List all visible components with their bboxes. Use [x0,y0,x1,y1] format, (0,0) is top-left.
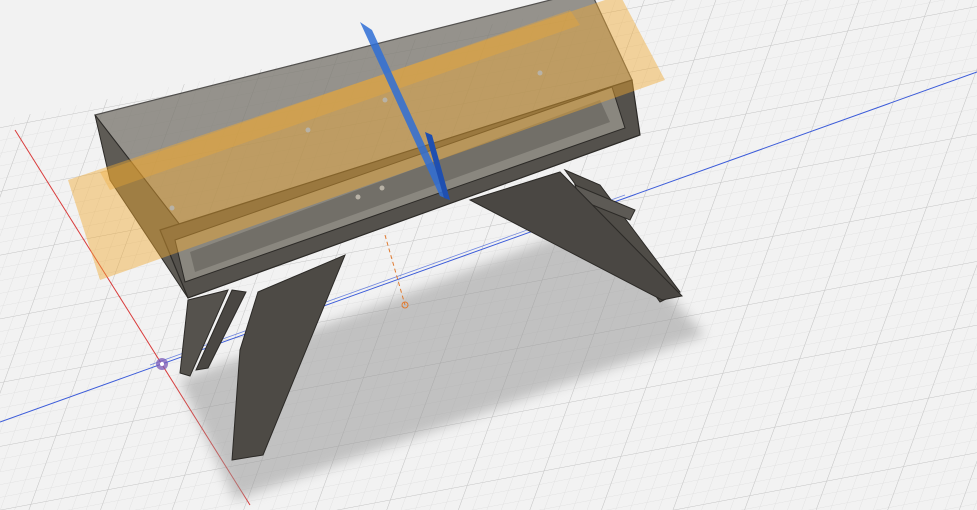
sketch-point[interactable] [305,127,311,133]
sketch-point[interactable] [379,185,385,191]
3d-canvas[interactable] [0,0,977,510]
origin-marker[interactable] [156,358,168,370]
sketch-point[interactable] [355,194,361,200]
sketch-point[interactable] [382,97,388,103]
sketch-point[interactable] [169,205,175,211]
design-viewport[interactable] [0,0,977,510]
sketch-point[interactable] [537,70,543,76]
